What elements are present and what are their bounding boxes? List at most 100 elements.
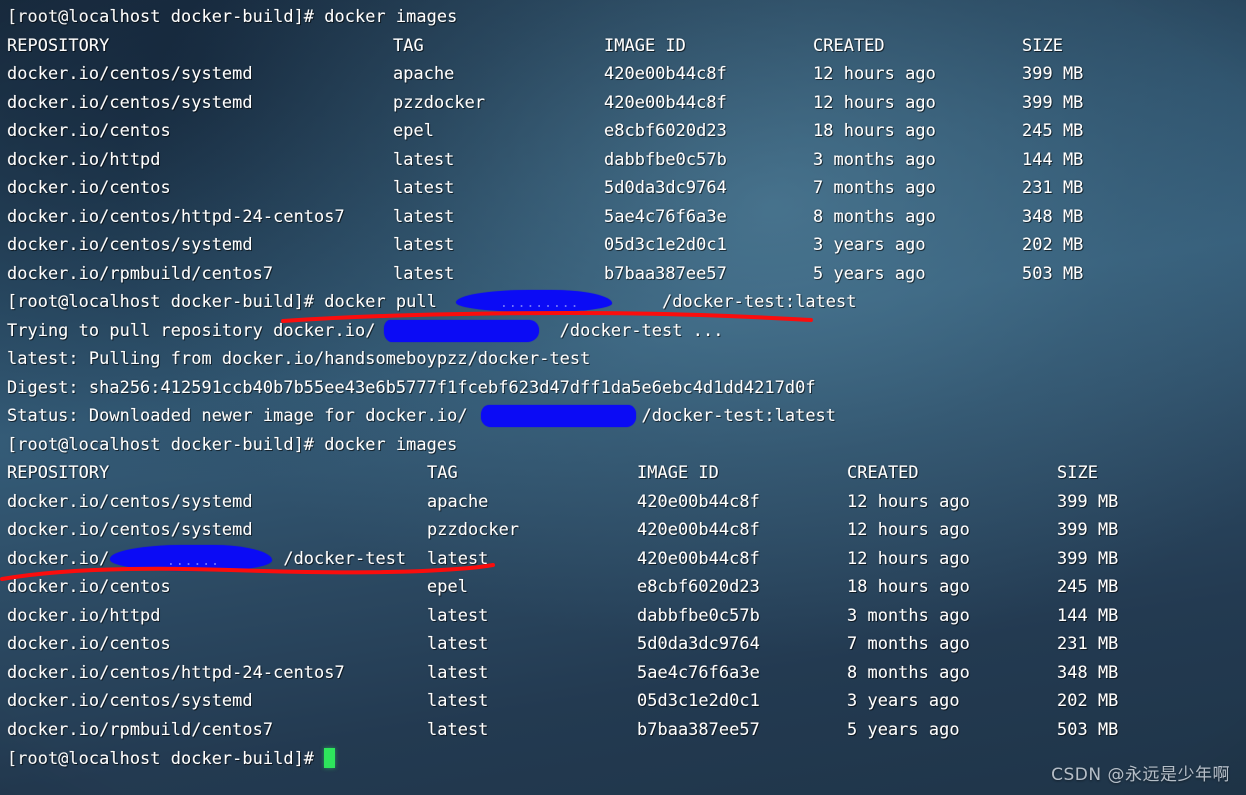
cell-size: 399 MB [1057,549,1119,569]
cell-image-id: dabbfbe0c57b [604,150,727,170]
cell-size: 503 MB [1022,264,1084,284]
cell-created: 18 hours ago [847,577,970,597]
table-row: docker.io/centos latest 5d0da3dc9764 7 mont… [7,634,1246,656]
cell-repository: docker.io/centos/systemd [7,235,253,255]
cell-repository: docker.io/centos [7,577,171,597]
table-row: docker.io/centos/systemd apache 420e00b44c… [7,492,1246,514]
table-row: docker.io/centos/systemd latest 05d3c1e2d0… [7,235,1246,257]
col-header-tag: TAG [393,36,424,56]
col-header-created: CREATED [813,36,885,56]
cell-repository: docker.io/centos/systemd [7,520,253,540]
table-row: docker.io/httpd latest dabbfbe0c57b 3 month… [7,606,1246,628]
cell-created: 8 months ago [847,663,970,683]
terminal-cursor [324,748,336,768]
cell-tag: latest [427,634,489,654]
cell-image-id: b7baa387ee57 [637,720,760,740]
table-row: docker.io/rpmbuild/centos7 latest b7baa387… [7,720,1246,742]
cell-image-id: 5d0da3dc9764 [637,634,760,654]
cell-created: 12 hours ago [813,64,936,84]
cell-tag: pzzdocker [393,93,486,113]
table-row: docker.io/centos/systemd apache 420e00b44c… [7,64,1246,86]
cell-tag: pzzdocker [427,520,520,540]
cell-tag: latest [427,606,489,626]
cell-created: 3 months ago [847,606,970,626]
watermark: CSDN @永远是少年啊 [1051,765,1230,785]
shell-command [314,749,324,769]
cell-image-id: 05d3c1e2d0c1 [604,235,727,255]
shell-prompt: [root@localhost docker-build]# [7,7,315,27]
cell-repository: docker.io/centos/systemd [7,492,253,512]
terminal-output-line: Digest: sha256:412591ccb40b7b55ee43e6b57… [7,378,816,398]
cell-size: 245 MB [1022,121,1084,141]
table-row: docker.io/centos latest 5d0da3dc9764 7 mont… [7,178,1246,200]
cell-tag: latest [393,207,455,227]
col-header-created: CREATED [847,463,919,483]
table-header-row: REPOSITORY TAG IMAGE ID CREATED SIZE [7,36,1246,58]
cell-created: 8 months ago [813,207,936,227]
terminal-output-line: Trying to pull repository docker.io/ /do… [7,321,723,341]
terminal-prompt-line: [root@localhost docker-build]# docker im… [7,435,457,455]
shell-prompt: [root@localhost docker-build]# [7,435,315,455]
cell-image-id: 420e00b44c8f [604,64,727,84]
cell-size: 348 MB [1022,207,1084,227]
cell-tag: apache [393,64,455,84]
cell-size: 231 MB [1022,178,1084,198]
cell-tag: latest [393,264,455,284]
shell-prompt: [root@localhost docker-build]# [7,292,315,312]
terminal-screen[interactable]: [root@localhost docker-build]# docker im… [0,0,1246,795]
cell-repository: docker.io/centos/httpd-24-centos7 [7,207,345,227]
table-header-row: REPOSITORY TAG IMAGE ID CREATED SIZE [7,463,1246,485]
cell-repository: docker.io/rpmbuild/centos7 [7,720,274,740]
table-row: docker.io/centos/httpd-24-centos7 latest 5… [7,663,1246,685]
cell-created: 18 hours ago [813,121,936,141]
cell-repository: docker.io/centos [7,634,171,654]
table-row: docker.io/centos epel e8cbf6020d23 18 hours… [7,121,1246,143]
cell-image-id: 420e00b44c8f [604,93,727,113]
cell-created: 3 years ago [847,691,960,711]
redact-repo-row-dots: ...... [167,554,220,569]
cell-image-id: 420e00b44c8f [637,549,760,569]
cell-repository: docker.io/httpd [7,606,161,626]
shell-prompt: [root@localhost docker-build]# [7,749,315,769]
cell-size: 399 MB [1022,93,1084,113]
table-row: docker.io/httpd latest dabbfbe0c57b 3 month… [7,150,1246,172]
cell-size: 399 MB [1057,520,1119,540]
table-row: docker.io/rpmbuild/centos7 latest b7baa387… [7,264,1246,286]
col-header-size: SIZE [1022,36,1063,56]
cell-created: 3 years ago [813,235,926,255]
cell-size: 231 MB [1057,634,1119,654]
cell-created: 5 years ago [847,720,960,740]
cell-created: 12 hours ago [847,520,970,540]
table-row: docker.io/centos epel e8cbf6020d23 18 hours… [7,577,1246,599]
cell-created: 12 hours ago [847,492,970,512]
col-header-size: SIZE [1057,463,1098,483]
col-header-repository: REPOSITORY [7,463,110,483]
terminal-output-line: latest: Pulling from docker.io/handsomeb… [7,349,590,369]
cell-tag: epel [393,121,434,141]
cell-tag: latest [427,691,489,711]
cell-tag: latest [393,178,455,198]
output-text: Trying to pull repository docker.io/ /do… [7,321,724,341]
cell-size: 399 MB [1022,64,1084,84]
terminal-prompt-line: [root@localhost docker-build]# docker im… [7,7,457,27]
output-text: Digest: sha256:412591ccb40b7b55ee43e6b57… [7,378,816,398]
cell-image-id: e8cbf6020d23 [637,577,760,597]
cell-size: 202 MB [1022,235,1084,255]
redact-status-line [481,405,636,427]
cell-tag: latest [393,150,455,170]
cell-image-id: dabbfbe0c57b [637,606,760,626]
cell-image-id: 05d3c1e2d0c1 [637,691,760,711]
cell-created: 12 hours ago [847,549,970,569]
cell-created: 12 hours ago [813,93,936,113]
cell-tag: epel [427,577,468,597]
cell-repository: docker.io/centos [7,178,171,198]
cell-repository: docker.io/rpmbuild/centos7 [7,264,274,284]
col-header-repository: REPOSITORY [7,36,110,56]
cell-created: 7 months ago [847,634,970,654]
cell-size: 399 MB [1057,492,1119,512]
col-header-image-id: IMAGE ID [637,463,719,483]
shell-command: docker images [314,435,458,455]
cell-tag: latest [393,235,455,255]
table-row: docker.io/centos/systemd pzzdocker 420e00b… [7,93,1246,115]
cell-tag: latest [427,720,489,740]
